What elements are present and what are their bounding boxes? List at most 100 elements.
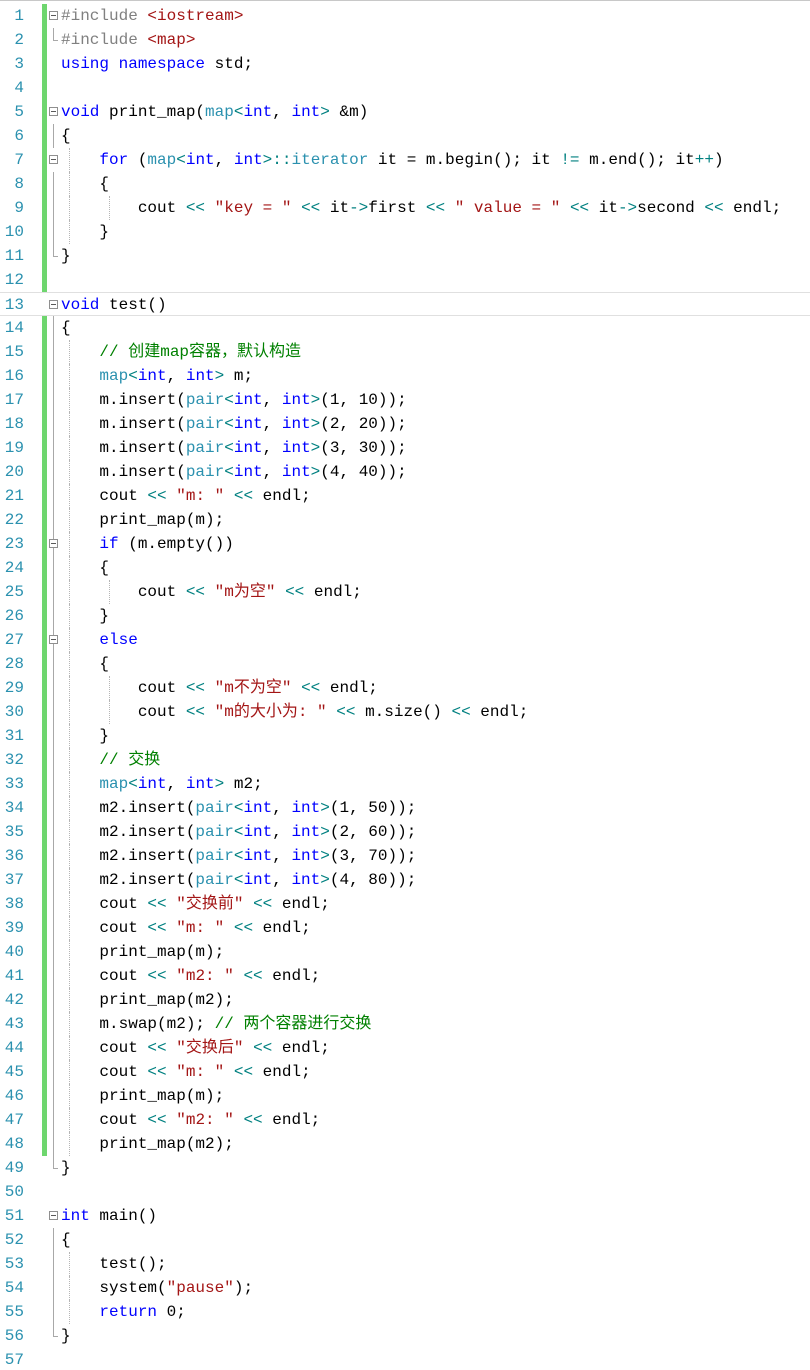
code-line[interactable]: 30 cout << "m的大小为: " << m.size() << endl… <box>0 700 810 724</box>
code-text[interactable]: print_map(m); <box>61 940 224 964</box>
code-text[interactable]: cout << "m不为空" << endl; <box>61 676 378 700</box>
code-text[interactable]: cout << "m: " << endl; <box>61 916 310 940</box>
code-line[interactable]: 36 m2.insert(pair<int, int>(3, 70)); <box>0 844 810 868</box>
code-line[interactable]: 18 m.insert(pair<int, int>(2, 20)); <box>0 412 810 436</box>
code-text[interactable]: } <box>61 604 109 628</box>
code-line[interactable]: 35 m2.insert(pair<int, int>(2, 60)); <box>0 820 810 844</box>
code-line[interactable]: 39 cout << "m: " << endl; <box>0 916 810 940</box>
code-text[interactable]: system("pause"); <box>61 1276 253 1300</box>
code-line[interactable]: 8 { <box>0 172 810 196</box>
code-text[interactable]: cout << "m2: " << endl; <box>61 1108 320 1132</box>
code-line[interactable]: 19 m.insert(pair<int, int>(3, 30)); <box>0 436 810 460</box>
code-line[interactable]: 41 cout << "m2: " << endl; <box>0 964 810 988</box>
code-line[interactable]: 31 } <box>0 724 810 748</box>
code-line[interactable]: 37 m2.insert(pair<int, int>(4, 80)); <box>0 868 810 892</box>
code-line[interactable]: 38 cout << "交换前" << endl; <box>0 892 810 916</box>
code-line[interactable]: 17 m.insert(pair<int, int>(1, 10)); <box>0 388 810 412</box>
code-line[interactable]: 29 cout << "m不为空" << endl; <box>0 676 810 700</box>
code-line[interactable]: 50 <box>0 1180 810 1204</box>
code-text[interactable]: cout << "交换后" << endl; <box>61 1036 329 1060</box>
code-line[interactable]: 33 map<int, int> m2; <box>0 772 810 796</box>
collapse-toggle-icon[interactable] <box>49 635 58 644</box>
code-text[interactable]: print_map(m2); <box>61 988 233 1012</box>
code-line[interactable]: 11} <box>0 244 810 268</box>
code-line[interactable]: 32 // 交换 <box>0 748 810 772</box>
code-text[interactable]: cout << "m2: " << endl; <box>61 964 320 988</box>
code-text[interactable]: // 交换 <box>61 748 160 772</box>
code-text[interactable]: } <box>61 1156 71 1180</box>
code-line[interactable]: 57 <box>0 1348 810 1370</box>
code-text[interactable]: cout << "key = " << it->first << " value… <box>61 196 781 220</box>
code-line[interactable]: 7 for (map<int, int>::iterator it = m.be… <box>0 148 810 172</box>
code-text[interactable]: #include <map> <box>61 28 195 52</box>
code-text[interactable]: { <box>61 556 109 580</box>
code-text[interactable]: map<int, int> m2; <box>61 772 262 796</box>
code-text[interactable]: { <box>61 1228 71 1252</box>
code-line[interactable]: 2 #include <map> <box>0 28 810 52</box>
code-text[interactable]: map<int, int> m; <box>61 364 253 388</box>
collapse-toggle-icon[interactable] <box>49 1211 58 1220</box>
code-text[interactable]: print_map(m); <box>61 1084 224 1108</box>
code-line[interactable]: 46 print_map(m); <box>0 1084 810 1108</box>
code-text[interactable]: } <box>61 244 71 268</box>
code-line[interactable]: 28 { <box>0 652 810 676</box>
code-text[interactable]: } <box>61 1324 71 1348</box>
code-line[interactable]: 27 else <box>0 628 810 652</box>
code-line[interactable]: 47 cout << "m2: " << endl; <box>0 1108 810 1132</box>
code-text[interactable]: // 创建map容器，默认构造 <box>61 340 301 364</box>
code-line[interactable]: 25 cout << "m为空" << endl; <box>0 580 810 604</box>
code-line[interactable]: 42 print_map(m2); <box>0 988 810 1012</box>
code-text[interactable]: m.swap(m2); // 两个容器进行交换 <box>61 1012 371 1036</box>
code-line[interactable]: 34 m2.insert(pair<int, int>(1, 50)); <box>0 796 810 820</box>
code-line[interactable]: 26 } <box>0 604 810 628</box>
code-text[interactable]: using namespace std; <box>61 52 253 76</box>
code-line[interactable]: 21 cout << "m: " << endl; <box>0 484 810 508</box>
code-line[interactable]: 40 print_map(m); <box>0 940 810 964</box>
code-line[interactable]: 56} <box>0 1324 810 1348</box>
code-line[interactable]: 16 map<int, int> m; <box>0 364 810 388</box>
code-text[interactable]: void test() <box>61 293 167 317</box>
code-text[interactable]: else <box>61 628 137 652</box>
code-text[interactable]: #include <iostream> <box>61 4 243 28</box>
code-text[interactable]: cout << "m为空" << endl; <box>61 580 362 604</box>
code-line[interactable]: 20 m.insert(pair<int, int>(4, 40)); <box>0 460 810 484</box>
code-text[interactable]: { <box>61 316 71 340</box>
code-text[interactable]: m2.insert(pair<int, int>(3, 70)); <box>61 844 416 868</box>
code-line[interactable]: 5 void print_map(map<int, int> &m) <box>0 100 810 124</box>
code-line[interactable]: 12 <box>0 268 810 292</box>
code-line[interactable]: 23 if (m.empty()) <box>0 532 810 556</box>
code-line[interactable]: 45 cout << "m: " << endl; <box>0 1060 810 1084</box>
code-text[interactable]: { <box>61 172 109 196</box>
collapse-toggle-icon[interactable] <box>49 155 58 164</box>
code-line[interactable]: 14 { <box>0 316 810 340</box>
code-line[interactable]: 3 using namespace std; <box>0 52 810 76</box>
collapse-toggle-icon[interactable] <box>49 11 58 20</box>
collapse-toggle-icon[interactable] <box>49 539 58 548</box>
code-text[interactable]: m.insert(pair<int, int>(2, 20)); <box>61 412 406 436</box>
code-line[interactable]: 4 <box>0 76 810 100</box>
code-line[interactable]: 44 cout << "交换后" << endl; <box>0 1036 810 1060</box>
code-line[interactable]: 22 print_map(m); <box>0 508 810 532</box>
code-text[interactable]: m2.insert(pair<int, int>(2, 60)); <box>61 820 416 844</box>
code-line[interactable]: 54 system("pause"); <box>0 1276 810 1300</box>
code-line[interactable]: 53 test(); <box>0 1252 810 1276</box>
code-editor[interactable]: 1 #include <iostream> 2 #include <map> 3 usin… <box>0 0 810 1370</box>
code-text[interactable]: m.insert(pair<int, int>(3, 30)); <box>61 436 406 460</box>
code-text[interactable]: m.insert(pair<int, int>(4, 40)); <box>61 460 406 484</box>
code-line[interactable]: 6{ <box>0 124 810 148</box>
code-text[interactable]: cout << "m的大小为: " << m.size() << endl; <box>61 700 528 724</box>
code-line[interactable]: 51 int main() <box>0 1204 810 1228</box>
code-line[interactable]: 10 } <box>0 220 810 244</box>
code-text[interactable]: int main() <box>61 1204 157 1228</box>
code-text[interactable]: m.insert(pair<int, int>(1, 10)); <box>61 388 406 412</box>
code-line[interactable]: 48 print_map(m2); <box>0 1132 810 1156</box>
code-text[interactable]: for (map<int, int>::iterator it = m.begi… <box>61 148 723 172</box>
code-line[interactable]: 43 m.swap(m2); // 两个容器进行交换 <box>0 1012 810 1036</box>
code-line[interactable]: 24 { <box>0 556 810 580</box>
code-line[interactable]: 55 return 0; <box>0 1300 810 1324</box>
code-text[interactable]: { <box>61 652 109 676</box>
code-line[interactable]: 13 void test() <box>0 292 810 316</box>
code-text[interactable]: return 0; <box>61 1300 185 1324</box>
code-text[interactable]: void print_map(map<int, int> &m) <box>61 100 368 124</box>
code-text[interactable]: cout << "交换前" << endl; <box>61 892 329 916</box>
